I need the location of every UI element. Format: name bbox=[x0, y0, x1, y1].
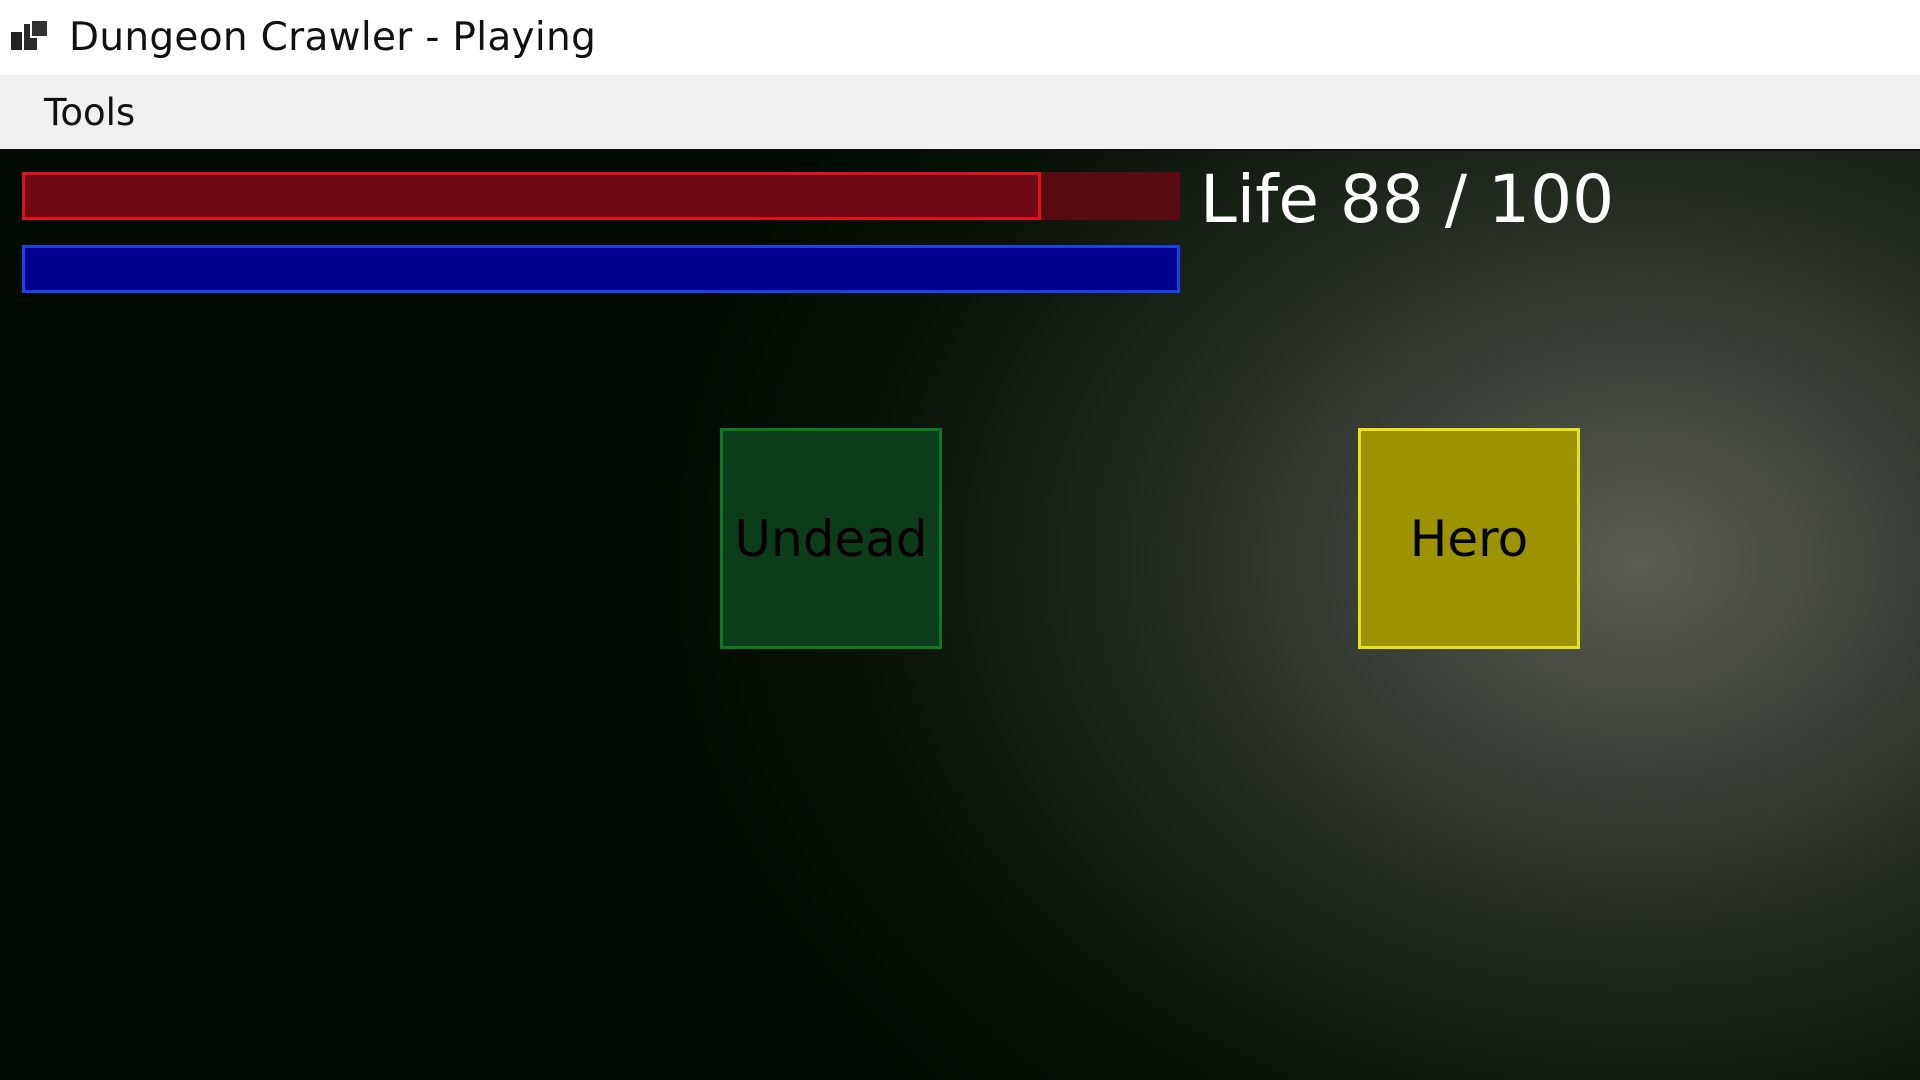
life-bar-fill bbox=[22, 172, 1042, 220]
app-window: Dungeon Crawler - Playing Tools Life 88 … bbox=[0, 0, 1920, 1080]
mana-bar bbox=[22, 245, 1180, 293]
app-window-icon bbox=[11, 18, 51, 57]
menu-bar: Tools bbox=[0, 75, 1920, 149]
game-canvas[interactable]: Life 88 / 100 Undead Hero bbox=[0, 149, 1920, 1080]
menu-tools[interactable]: Tools bbox=[44, 91, 135, 134]
life-bar bbox=[22, 172, 1180, 220]
title-bar: Dungeon Crawler - Playing bbox=[0, 0, 1920, 75]
mana-bar-fill bbox=[25, 248, 1177, 290]
life-readout: Life 88 / 100 bbox=[1200, 161, 1615, 238]
undead-entity[interactable]: Undead bbox=[720, 428, 942, 649]
window-title: Dungeon Crawler - Playing bbox=[69, 15, 597, 60]
hero-entity[interactable]: Hero bbox=[1358, 428, 1580, 649]
